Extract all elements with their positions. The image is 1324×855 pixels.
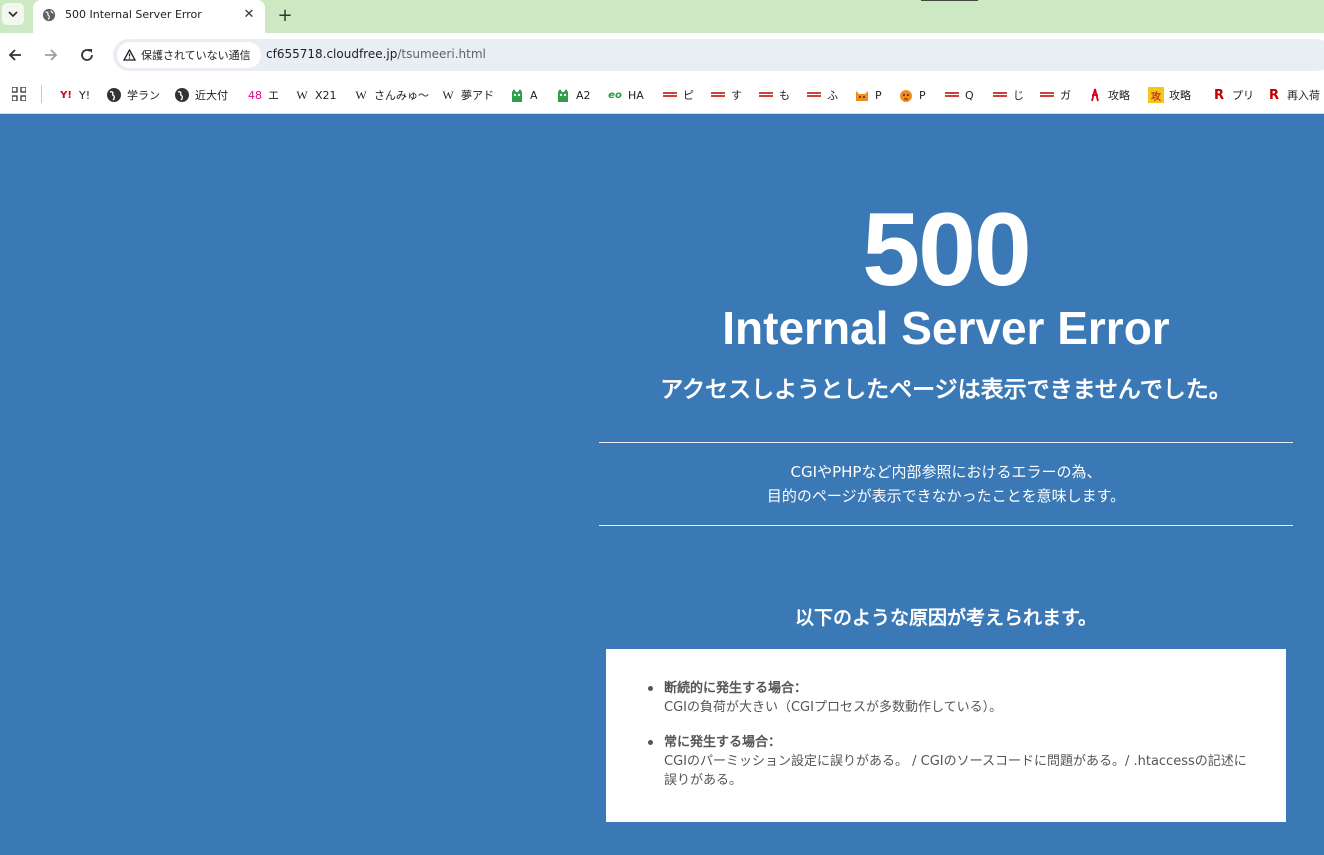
yahoo-icon: Y!	[60, 89, 72, 101]
divider-bottom	[599, 525, 1293, 526]
error-subtitle: アクセスしようとしたページは表示できませんでした。	[660, 377, 1232, 403]
bookmark-item[interactable]: W 夢アド	[440, 86, 494, 104]
new-tab-button[interactable]: +	[274, 4, 296, 26]
bookmark-item[interactable]: 48 エ	[247, 86, 279, 104]
rakuten-r-icon: R	[1268, 87, 1279, 103]
back-button[interactable]	[5, 45, 25, 65]
cause-title: 断続的に発生する場合：	[664, 681, 808, 696]
cause-title: 常に発生する場合：	[664, 735, 782, 750]
error-title: Internal Server Error	[722, 302, 1170, 354]
rakuten-icon	[711, 92, 725, 97]
arrow-right-icon	[45, 49, 58, 61]
forward-button[interactable]	[41, 45, 61, 65]
bookmark-item[interactable]: す	[710, 86, 742, 104]
divider-top	[599, 442, 1293, 443]
tab-search-button[interactable]	[2, 3, 24, 25]
warning-icon	[123, 49, 136, 61]
red-figure-icon	[1091, 88, 1099, 102]
browser-toolbar: 保護されていない通信 cf655718.cloudfree.jp/tsumeer…	[0, 33, 1324, 77]
causes-heading: 以下のような原因が考えられます。	[794, 607, 1098, 629]
apps-grid-icon[interactable]	[12, 87, 26, 101]
reload-icon	[81, 49, 93, 61]
wikipedia-icon: W	[355, 87, 367, 102]
bookmark-item[interactable]: P	[854, 86, 882, 104]
bookmark-item[interactable]: ガ	[1039, 86, 1071, 104]
rakuten-r-icon: R	[1213, 87, 1224, 103]
address-bar[interactable]: 保護されていない通信 cf655718.cloudfree.jp/tsumeer…	[113, 39, 1324, 71]
rakuten-icon	[759, 92, 773, 97]
cause-text: CGIの負荷が大きい（CGIプロセスが多数動作している）。	[664, 700, 1003, 715]
bookmark-item[interactable]: Y! Y!	[58, 86, 90, 104]
eo-icon: eo	[608, 89, 622, 101]
kouryaku-icon: 攻	[1148, 87, 1164, 103]
bookmark-item[interactable]: 学ラン	[106, 86, 160, 104]
error-code: 500	[862, 192, 1032, 308]
tab-strip: 500 Internal Server Error ✕ +	[0, 0, 1324, 33]
bookmark-item[interactable]: ピ	[662, 86, 694, 104]
bookmark-item[interactable]: Q	[944, 86, 974, 104]
causes-box: 断続的に発生する場合： CGIの負荷が大きい（CGIプロセスが多数動作している）…	[606, 649, 1286, 822]
rakuten-icon	[1040, 92, 1054, 97]
akb48-icon: 48	[248, 88, 262, 102]
wikipedia-icon: W	[296, 87, 308, 102]
rakuten-icon	[807, 92, 821, 97]
bookmark-item[interactable]: じ	[992, 86, 1024, 104]
arrow-left-icon	[8, 49, 21, 61]
tab-title: 500 Internal Server Error	[65, 8, 202, 21]
bookmark-item[interactable]: eo HA	[607, 86, 644, 104]
bookmark-separator	[41, 85, 42, 103]
description-line: CGIやPHPなど内部参照におけるエラーの為、	[790, 463, 1102, 481]
bookmark-item[interactable]: W X21	[294, 86, 336, 104]
url-text[interactable]: cf655718.cloudfree.jp/tsumeeri.html	[266, 47, 486, 61]
reload-button[interactable]	[77, 45, 97, 65]
rakuten-icon	[945, 92, 959, 97]
bookmark-item[interactable]: A2	[555, 86, 591, 104]
error-description: CGIやPHPなど内部参照におけるエラーの為、 目的のページが表示できなかったこ…	[599, 460, 1293, 508]
bookmark-item[interactable]: ふ	[806, 86, 838, 104]
globe-icon	[175, 88, 189, 102]
tab-close-button[interactable]: ✕	[240, 5, 258, 23]
bookmark-item[interactable]: 近大付	[174, 86, 228, 104]
globe-icon	[42, 8, 56, 22]
rakuten-icon	[993, 92, 1007, 97]
url-domain: cf655718.cloudfree.jp	[266, 47, 398, 61]
bookmark-item[interactable]: R プリ	[1211, 86, 1254, 104]
list-item: 常に発生する場合： CGIのパーミッション設定に誤りがある。 / CGIのソース…	[648, 733, 1248, 790]
bookmark-item[interactable]: 攻略	[1087, 86, 1130, 104]
bookmarks-bar: Y! Y! 学ラン 近大付 48 エ W X21 W さんみゅ〜 W 夢アド A A2 e…	[0, 77, 1324, 114]
description-line: 目的のページが表示できなかったことを意味します。	[766, 487, 1126, 505]
bookmark-item[interactable]: 攻攻略	[1148, 86, 1191, 104]
tiger-icon	[900, 90, 912, 102]
error-page: 500 Internal Server Error アクセスしようとしたページは…	[0, 114, 1324, 855]
strip-divider	[921, 0, 978, 1]
bookmark-item[interactable]: A	[509, 86, 538, 104]
cause-text: CGIのパーミッション設定に誤りがある。 / CGIのソースコードに問題がある。…	[664, 754, 1247, 788]
causes-list: 断続的に発生する場合： CGIの負荷が大きい（CGIプロセスが多数動作している）…	[648, 679, 1248, 806]
chevron-down-icon	[8, 11, 18, 18]
bookmark-item[interactable]: も	[758, 86, 790, 104]
bookmark-item[interactable]: P	[898, 86, 926, 104]
rakuten-icon	[663, 92, 677, 97]
security-label: 保護されていない通信	[141, 49, 251, 62]
active-tab[interactable]: 500 Internal Server Error ✕	[33, 0, 265, 33]
wikipedia-icon: W	[442, 87, 454, 102]
bookmark-item[interactable]: W さんみゅ〜	[353, 86, 429, 104]
bookmark-item[interactable]: R 再入荷	[1266, 86, 1320, 104]
list-item: 断続的に発生する場合： CGIの負荷が大きい（CGIプロセスが多数動作している）…	[648, 679, 1248, 717]
security-chip[interactable]: 保護されていない通信	[117, 42, 261, 68]
green-creature-icon	[558, 89, 568, 102]
globe-icon	[107, 88, 121, 102]
green-creature-icon	[512, 89, 522, 102]
orange-cat-icon	[856, 91, 868, 101]
url-path: /tsumeeri.html	[397, 47, 486, 61]
